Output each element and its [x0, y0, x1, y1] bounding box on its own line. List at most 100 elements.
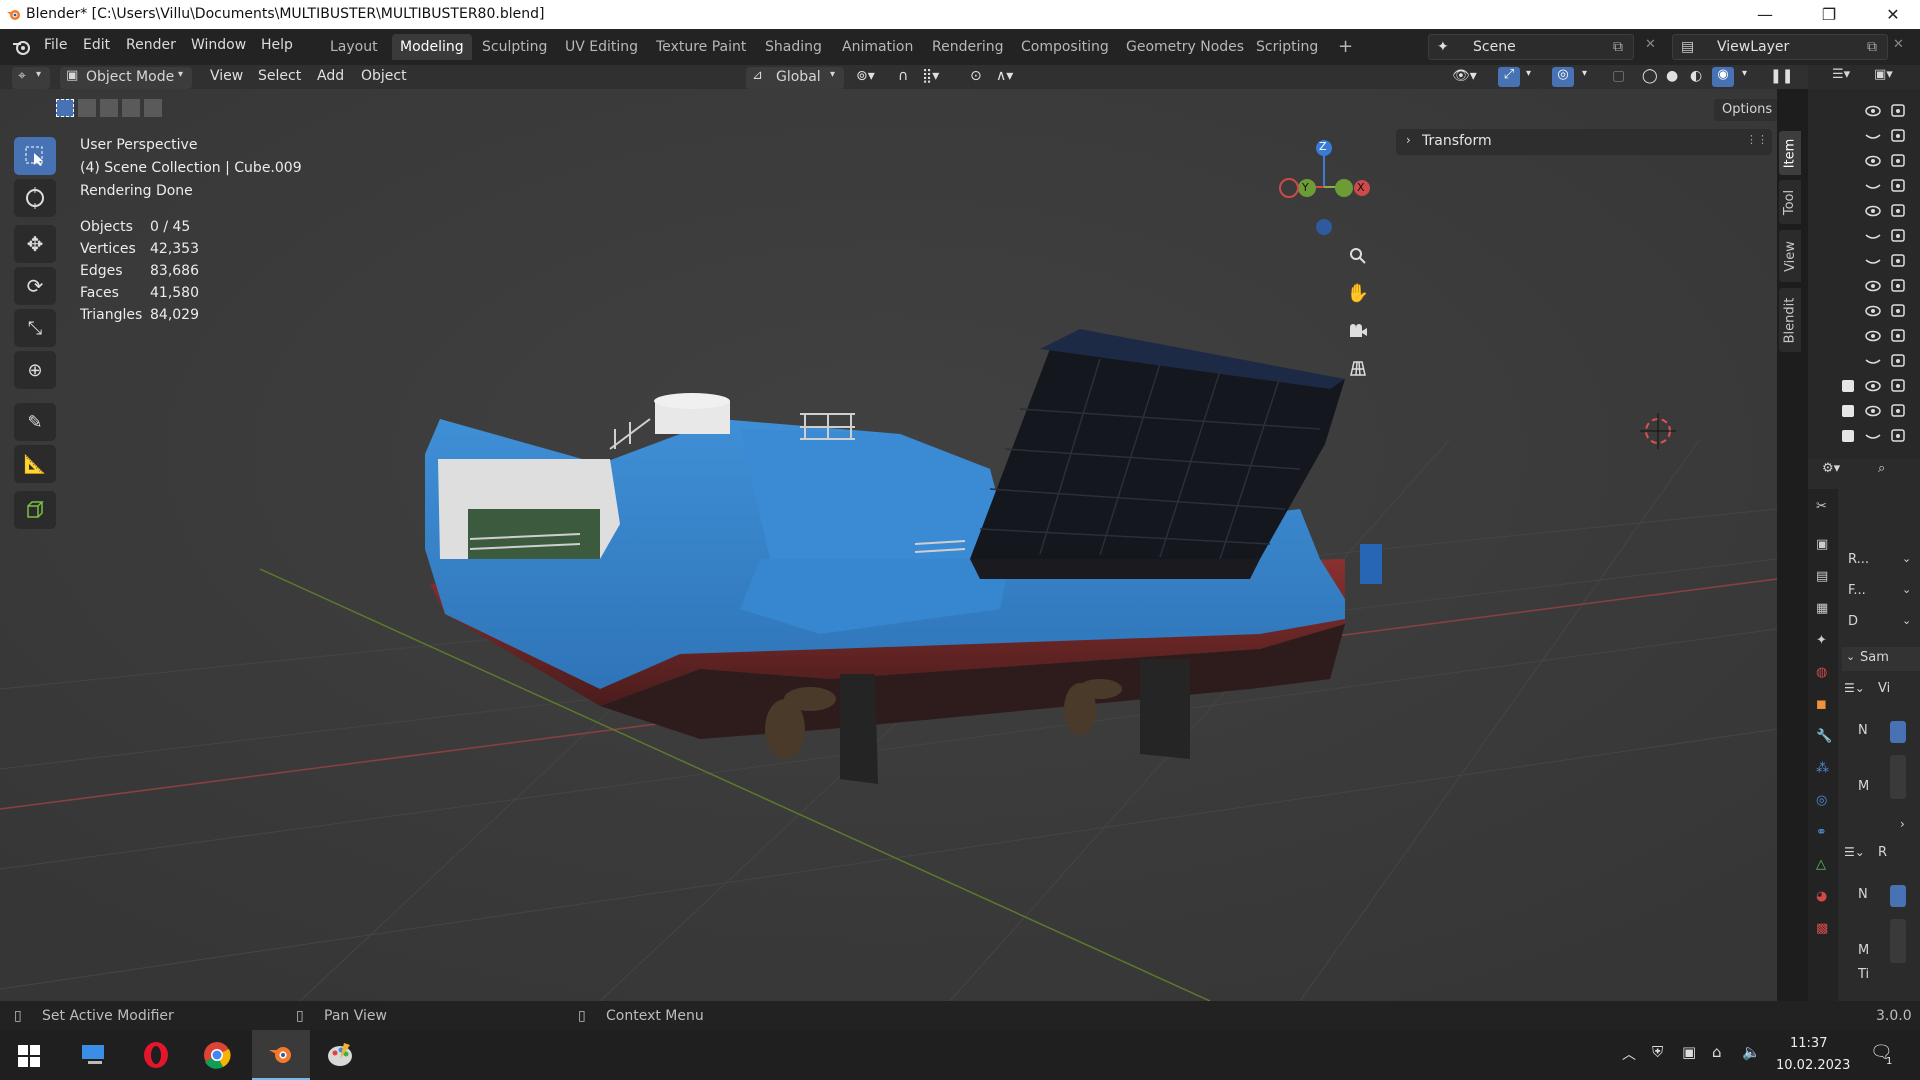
material-tab-icon[interactable]: ◕: [1816, 889, 1827, 904]
npanel-tab-tool[interactable]: Tool: [1779, 180, 1801, 224]
snap-icon[interactable]: ∩: [898, 68, 908, 84]
mode-selector[interactable]: ▣ Object Mode ▾: [60, 67, 192, 89]
drag-handle-icon[interactable]: ⋮⋮: [1746, 133, 1768, 146]
close-button[interactable]: ✕: [1870, 0, 1916, 29]
editor-type-icon[interactable]: ⚙▾: [1822, 461, 1840, 476]
camera-tray-icon[interactable]: ▣: [1682, 1043, 1696, 1061]
snap-increment-icon[interactable]: ⣿▾: [922, 68, 939, 84]
display-mode-icon[interactable]: ☰▾: [1832, 67, 1850, 82]
tab-animation[interactable]: Animation: [834, 34, 921, 60]
filter-icon[interactable]: ▣▾: [1874, 67, 1893, 82]
menu-window[interactable]: Window: [191, 37, 246, 53]
chevron-down-icon[interactable]: ⌄: [1902, 583, 1911, 596]
chevron-down-icon[interactable]: ⌄: [1902, 552, 1911, 565]
tab-sculpting[interactable]: Sculpting: [474, 34, 555, 60]
output-tab-icon[interactable]: ▤: [1816, 569, 1828, 584]
select-subtract-icon[interactable]: [100, 99, 118, 117]
rotate-tool[interactable]: ⟳: [14, 267, 56, 305]
chevron-down-icon[interactable]: ⌄: [1902, 614, 1911, 627]
physics-tab-icon[interactable]: ◎: [1816, 793, 1827, 808]
select-new-icon[interactable]: [56, 99, 74, 117]
volume-icon[interactable]: 🔈: [1742, 1043, 1761, 1061]
tab-rendering[interactable]: Rendering: [924, 34, 1012, 60]
npanel-tab-blendit[interactable]: Blendit: [1779, 288, 1801, 352]
chrome-icon[interactable]: [203, 1041, 231, 1069]
object-tab-icon[interactable]: ◼: [1816, 697, 1827, 712]
add-workspace-button[interactable]: +: [1330, 34, 1361, 60]
viewlayer-remove-icon[interactable]: ✕: [1893, 37, 1904, 52]
particles-tab-icon[interactable]: ⁂: [1816, 761, 1829, 776]
header-add-menu[interactable]: Add: [317, 68, 344, 84]
chevron-down-icon[interactable]: ▾: [1582, 68, 1587, 79]
texture-tab-icon[interactable]: ▩: [1816, 921, 1828, 936]
viewlayer-selector[interactable]: ▤ ViewLayer ⧉: [1672, 34, 1888, 60]
number-field[interactable]: [1890, 885, 1906, 907]
transform-orientation-selector[interactable]: ⊿ Global ▾: [746, 67, 844, 89]
overlay-toggle-icon[interactable]: ◎: [1552, 67, 1574, 87]
scene-selector[interactable]: ✦ Scene ⧉: [1428, 34, 1634, 60]
proportional-edit-icon[interactable]: ⊙: [970, 68, 982, 84]
npanel-tab-view[interactable]: View: [1779, 230, 1801, 282]
annotate-tool[interactable]: ✎: [14, 403, 56, 441]
tab-geometry-nodes[interactable]: Geometry Nodes: [1118, 34, 1252, 60]
tab-modeling[interactable]: Modeling: [392, 34, 472, 60]
view-layer-tab-icon[interactable]: ▦: [1816, 601, 1828, 616]
npanel-tab-item[interactable]: Item: [1779, 131, 1801, 175]
transform-tool[interactable]: ⊕: [14, 351, 56, 389]
pause-render-icon[interactable]: ❚❚: [1770, 68, 1793, 84]
taskbar-blender-app[interactable]: [252, 1030, 310, 1080]
zoom-icon[interactable]: [1343, 241, 1373, 271]
chevron-down-icon[interactable]: ▾: [1742, 68, 1747, 79]
gizmo-toggle-icon[interactable]: ⤢: [1498, 67, 1520, 87]
tab-scripting[interactable]: Scripting: [1248, 34, 1326, 60]
blender-menu-icon[interactable]: [12, 38, 32, 56]
3d-viewport[interactable]: Z Y X ✋ ✥ ⟳ ⤡ ⊕ ✎ 📐 User Perspective (4)…: [0, 89, 1777, 1001]
transform-panel-header[interactable]: › Transform ⋮⋮: [1396, 129, 1772, 155]
viewlayer-new-icon[interactable]: ⧉: [1867, 35, 1877, 59]
camera-view-icon[interactable]: [1343, 316, 1373, 346]
data-tab-icon[interactable]: △: [1816, 857, 1826, 872]
scene-tab-icon[interactable]: ✦: [1816, 633, 1827, 648]
falloff-icon[interactable]: ∧▾: [996, 68, 1013, 84]
select-box-tool[interactable]: [14, 137, 56, 175]
number-field[interactable]: [1890, 919, 1906, 963]
menu-edit[interactable]: Edit: [83, 37, 110, 53]
chevron-down-icon[interactable]: ▾: [1526, 68, 1531, 79]
pan-hand-icon[interactable]: ✋: [1343, 278, 1373, 308]
select-extend-icon[interactable]: [78, 99, 96, 117]
measure-tool[interactable]: 📐: [14, 445, 56, 483]
properties-editor[interactable]: ⚙▾ ⌕ ✂ ▣ ▤ ▦ ✦ ◍ ◼ 🔧 ⁂ ◎ ⚭ △ ◕ ▩ R... ⌄ …: [1808, 459, 1920, 1001]
outliner[interactable]: [1808, 89, 1920, 459]
scene-new-icon[interactable]: ⧉: [1613, 35, 1623, 59]
clock-time[interactable]: 11:37: [1790, 1036, 1827, 1051]
move-tool[interactable]: ✥: [14, 225, 56, 263]
menu-file[interactable]: File: [44, 37, 67, 53]
options-dropdown[interactable]: Options: [1714, 99, 1777, 121]
wireframe-shading-icon[interactable]: ◯: [1642, 68, 1658, 84]
tool-tab-icon[interactable]: ✂: [1816, 499, 1827, 514]
editor-type-button[interactable]: ⌖ ▾: [12, 67, 50, 89]
constraints-tab-icon[interactable]: ⚭: [1816, 825, 1827, 840]
pivot-icon[interactable]: ⊚▾: [856, 68, 875, 84]
header-object-menu[interactable]: Object: [361, 68, 407, 84]
network-icon[interactable]: ⌂: [1712, 1043, 1722, 1061]
add-cube-tool[interactable]: [14, 491, 56, 529]
remote-desktop-icon[interactable]: [80, 1042, 108, 1068]
tab-compositing[interactable]: Compositing: [1013, 34, 1117, 60]
render-tab-icon[interactable]: ▣: [1816, 537, 1828, 552]
select-intersect-icon[interactable]: [144, 99, 162, 117]
material-shading-icon[interactable]: ◐: [1690, 68, 1702, 84]
maximize-button[interactable]: ❐: [1806, 0, 1852, 29]
clock-date[interactable]: 10.02.2023: [1776, 1058, 1850, 1073]
windows-start-icon[interactable]: [18, 1045, 40, 1067]
cursor-tool[interactable]: [14, 179, 56, 217]
opera-icon[interactable]: [142, 1041, 170, 1069]
modifier-tab-icon[interactable]: 🔧: [1816, 729, 1832, 744]
scale-tool[interactable]: ⤡: [14, 309, 56, 347]
world-tab-icon[interactable]: ◍: [1816, 665, 1827, 680]
paint-app-icon[interactable]: [326, 1041, 354, 1069]
menu-help[interactable]: Help: [261, 37, 293, 53]
chevron-right-icon[interactable]: ›: [1900, 817, 1905, 831]
rendered-shading-icon[interactable]: ◉: [1712, 67, 1734, 87]
show-hidden-icons-icon[interactable]: ︿: [1622, 1044, 1636, 1064]
